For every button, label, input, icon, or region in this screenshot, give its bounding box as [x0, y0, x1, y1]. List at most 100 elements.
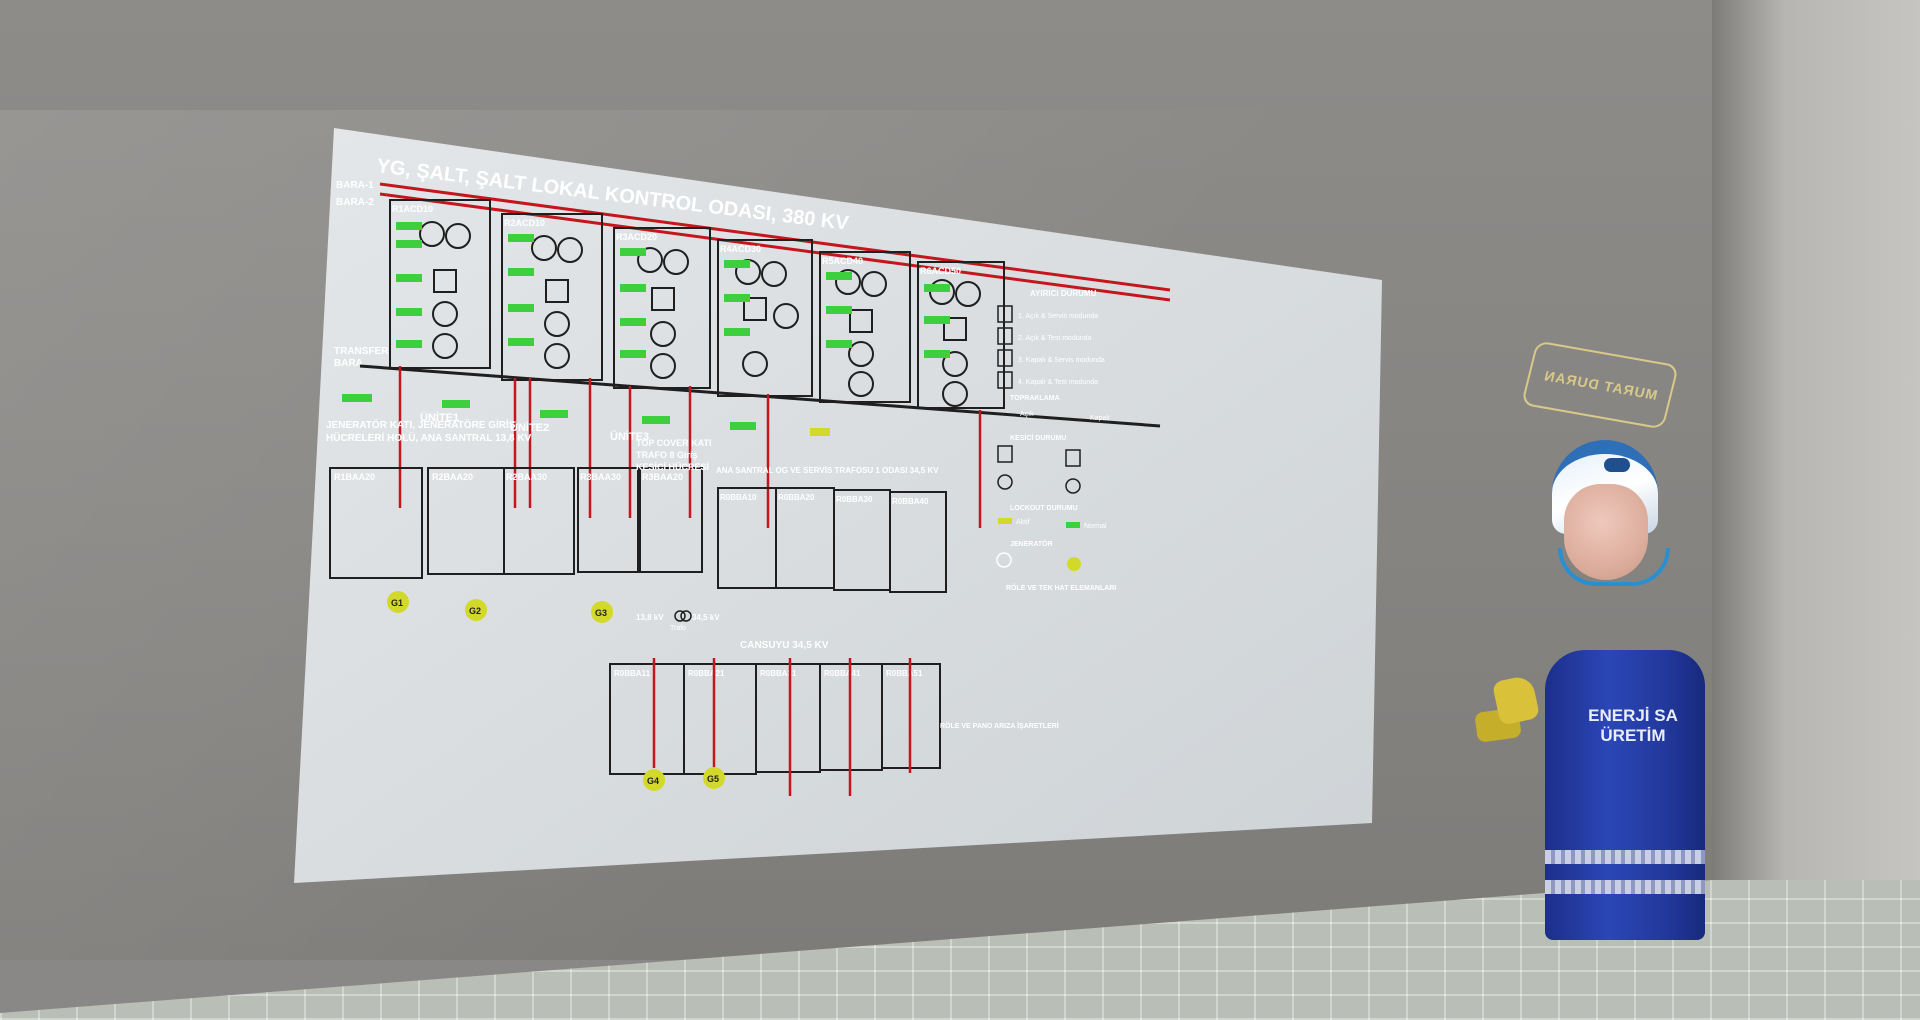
status-tag[interactable] — [508, 268, 534, 276]
gen-cell-code-4: R3BAA30 — [580, 472, 621, 482]
gen-floor-title-2: HÜCRELERİ HOLÜ, ANA SANTRAL 13,8 KV — [326, 431, 532, 444]
status-tag[interactable] — [620, 350, 646, 358]
cansuyu-cell-code-3: R0BBA31 — [760, 669, 797, 678]
panel-svg: YG, ŞALT, ŞALT LOKAL KONTROL ODASI, 380 … — [294, 128, 1382, 883]
status-tag[interactable] — [642, 416, 670, 424]
legend-section-6: RÖLE VE TEK HAT ELEMANLARI — [1006, 583, 1116, 592]
legend-section-3: KESİCİ DURUMU — [1010, 434, 1066, 442]
hard-hat-logo-icon — [1604, 458, 1630, 472]
legend-item-4: 4. Kapalı & Test modunda — [1018, 379, 1098, 386]
cansuyu-title: CANSUYU 34,5 KV — [740, 640, 829, 651]
uniform-text-line-2: ÜRETİM — [1600, 726, 1666, 745]
glove-icon — [1491, 674, 1541, 726]
cansuyu-cell-code-4: R0BBA41 — [824, 669, 861, 678]
status-tag[interactable] — [620, 248, 646, 256]
status-tag[interactable] — [342, 394, 372, 402]
gen-cell-code-1: R1BAA20 — [334, 472, 375, 482]
status-tag[interactable] — [396, 222, 422, 230]
service-cell-code-3: R0BBA30 — [836, 495, 873, 504]
reflective-stripe — [1545, 850, 1705, 864]
legend-item-1: 1. Açık & Servis modunda — [1018, 313, 1098, 320]
status-tag[interactable] — [620, 284, 646, 292]
gen-cell-code-5: R3BAA20 — [642, 472, 683, 482]
right-wall — [1712, 0, 1920, 1020]
status-tag[interactable] — [508, 338, 534, 346]
status-tag[interactable] — [396, 274, 422, 282]
bay-code-5: R5ACD40 — [822, 256, 863, 266]
service-cell-code-2: R0BBA20 — [778, 493, 815, 502]
gen-cell-code-2: R2BAA20 — [432, 472, 473, 482]
avatar-torso: ENERJİ SA ÜRETİM — [1545, 650, 1705, 940]
transformer-label-right: 34,5 kV — [692, 613, 720, 622]
gen-floor-title-1: JENERATÖR KATI, JENERATÖRE GİRİŞ — [326, 418, 516, 431]
uniform-text-line-1: ENERJİ SA — [1588, 706, 1678, 725]
uniform-text: ENERJİ SA ÜRETİM — [1563, 706, 1703, 746]
bus-label-1: BARA-1 — [336, 180, 374, 191]
lockout-tag[interactable] — [810, 428, 830, 436]
transfer-label-2: BARA — [334, 358, 363, 369]
legend-item-3: 3. Kapalı & Servis modunda — [1018, 357, 1105, 364]
status-tag[interactable] — [826, 306, 852, 314]
status-tag[interactable] — [396, 340, 422, 348]
player-name: MURAT DURAN — [1541, 367, 1659, 403]
legend-section-2: TOPRAKLAMA — [1010, 395, 1060, 402]
legend-item-2: 2. Açık & Test modunda — [1018, 335, 1092, 342]
legend-open: Açık — [1020, 411, 1034, 418]
top-cover-title-3: KESİCİ HÜCRESİ — [636, 462, 709, 472]
chin-strap — [1558, 548, 1670, 586]
generator-label-4: G4 — [647, 776, 659, 786]
legend-lockout-active: Aktif — [1016, 519, 1030, 526]
status-tag[interactable] — [396, 308, 422, 316]
legend-header: AYIRICI DURUMU — [1030, 289, 1097, 298]
legend-section-4: LOCKOUT DURUMU — [1010, 505, 1078, 512]
avatar-hand — [1474, 674, 1541, 743]
status-tag[interactable] — [730, 422, 756, 430]
bay-code-6: R6ACD50 — [920, 266, 961, 276]
generator-label-2: G2 — [469, 606, 481, 616]
transformer-label-left: 13,8 kV — [636, 613, 664, 622]
legend-closed: Kapalı — [1090, 415, 1110, 422]
bay-code-4: R4ACD30 — [720, 244, 761, 254]
player-avatar: ENERJİ SA ÜRETİM — [1430, 440, 1720, 960]
lockout-legend-tag — [998, 518, 1012, 524]
generator-label-5: G5 — [707, 774, 719, 784]
transfer-label-1: TRANSFER — [334, 346, 389, 357]
status-tag[interactable] — [620, 318, 646, 326]
status-tag[interactable] — [924, 316, 950, 324]
status-tag[interactable] — [924, 284, 950, 292]
bay-code-2: R2ACD10 — [504, 218, 545, 228]
bus-label-2: BARA-2 — [336, 197, 374, 208]
service-cell-code-4: R0BBA40 — [892, 497, 929, 506]
service-cell-code-1: R0BBA10 — [720, 493, 757, 502]
reflective-stripe — [1545, 880, 1705, 894]
gen-cell-code-3: R2BAA30 — [506, 472, 547, 482]
generator-label-3: G3 — [595, 608, 607, 618]
generator-label-1: G1 — [391, 598, 403, 608]
cansuyu-cell-code-5: R0BBA51 — [886, 669, 923, 678]
status-tag[interactable] — [724, 260, 750, 268]
transformer-caption: Trafo — [670, 625, 686, 632]
bay-code-3: R3ACD20 — [616, 232, 657, 242]
main-station-title: ANA SANTRAL OG VE SERVİS TRAFOSU 1 ODASI… — [716, 466, 939, 475]
status-tag[interactable] — [396, 240, 422, 248]
lockout-legend-tag — [1066, 522, 1080, 528]
generator-legend-icon — [1067, 557, 1081, 571]
bay-code-1: R1ACD10 — [392, 204, 433, 214]
status-tag[interactable] — [724, 294, 750, 302]
status-tag[interactable] — [508, 304, 534, 312]
legend-lockout-normal: Normal — [1084, 523, 1107, 530]
cansuyu-cell-code-2: R0BBA21 — [688, 669, 725, 678]
status-tag[interactable] — [508, 234, 534, 242]
top-cover-title-1: TOP COVER KATI — [636, 438, 712, 448]
legend-section-5: JENERATÖR — [1010, 539, 1053, 548]
legend-section-7: RÖLE VE PANO ARIZA İŞARETLERİ — [940, 721, 1059, 730]
single-line-diagram-panel[interactable]: YG, ŞALT, ŞALT LOKAL KONTROL ODASI, 380 … — [290, 128, 1390, 886]
status-tag[interactable] — [924, 350, 950, 358]
top-cover-title-2: TRAFO 8 Giriş — [636, 450, 698, 460]
cansuyu-cell-code-1: R0BBA11 — [614, 669, 651, 678]
status-tag[interactable] — [826, 272, 852, 280]
status-tag[interactable] — [724, 328, 750, 336]
status-tag[interactable] — [540, 410, 568, 418]
status-tag[interactable] — [442, 400, 470, 408]
status-tag[interactable] — [826, 340, 852, 348]
